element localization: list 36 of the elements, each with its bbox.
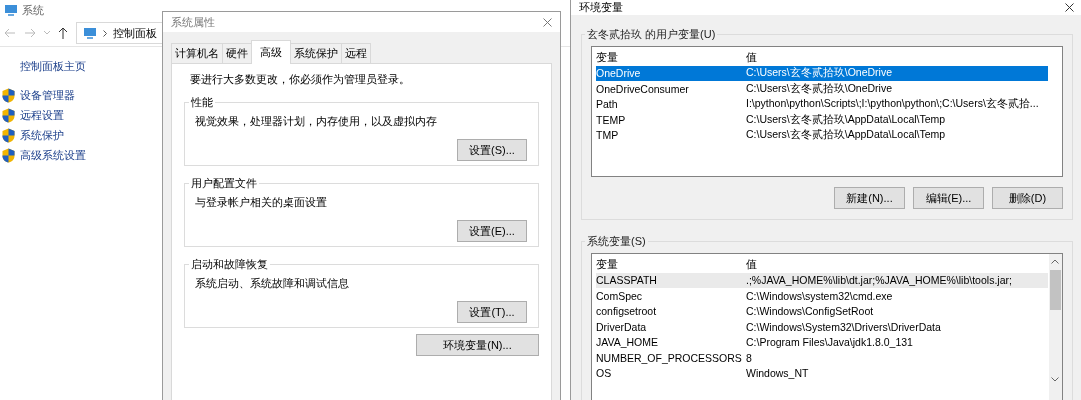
variable-value: C:\Windows\ConfigSetRoot <box>746 305 874 318</box>
variable-value: C:\Windows\System32\Drivers\DriverData <box>746 320 941 333</box>
variable-value: C:\Users\玄冬贰拾玖\AppData\Local\Temp <box>746 112 946 127</box>
group-label: 用户配置文件 <box>190 176 258 191</box>
group-label: 系统变量(S) <box>586 234 647 249</box>
variable-value: Windows_NT <box>746 367 809 380</box>
variable-name: TEMP <box>596 113 627 126</box>
variable-name: CLASSPATH <box>596 274 658 287</box>
variable-name: DriverData <box>596 320 648 333</box>
variable-value: I:\python\python\Scripts\;I:\python\python\;C:\Users\玄冬贰拾... <box>746 97 1039 112</box>
variable-name: OneDrive <box>596 67 642 80</box>
dialog-title: 系统属性 <box>171 14 215 30</box>
variable-name: JAVA_HOME <box>596 336 660 349</box>
variable-name: ComSpec <box>596 289 644 302</box>
group-description: 视觉效果，处理器计划，内存使用，以及虚拟内存 <box>195 114 438 129</box>
variable-name: NUMBER_OF_PROCESSORS <box>596 351 743 364</box>
group-description: 与登录帐户相关的桌面设置 <box>195 195 328 210</box>
window-title: 系统 <box>22 2 44 18</box>
group-label: 玄冬贰拾玖 的用户变量(U) <box>586 27 717 42</box>
variable-name: TMP <box>596 129 620 142</box>
variable-value: C:\Users\玄冬贰拾玖\OneDrive <box>746 66 893 81</box>
variable-name: Path <box>596 98 619 111</box>
variable-value: C:\Users\玄冬贰拾玖\OneDrive <box>746 81 893 96</box>
group-description: 系统启动、系统故障和调试信息 <box>195 276 350 291</box>
variable-name: OS <box>596 367 613 380</box>
group-label: 启动和故障恢复 <box>190 257 269 272</box>
variable-value: C:\Program Files\Java\jdk1.8.0_131 <box>746 336 913 349</box>
variable-value: .;%JAVA_HOME%\lib\dt.jar;%JAVA_HOME%\lib\tools.jar; <box>746 274 1012 287</box>
variable-value: 8 <box>746 351 752 364</box>
variable-value: C:\Windows\system32\cmd.exe <box>746 289 893 302</box>
variable-name: OneDriveConsumer <box>596 82 690 95</box>
notice-text: 要进行大多数更改，你必须作为管理员登录。 <box>190 72 411 87</box>
variable-name: configsetroot <box>596 305 658 318</box>
dialog-title: 环境变量 <box>579 0 623 15</box>
group-label: 性能 <box>190 95 214 110</box>
variable-value: C:\Users\玄冬贰拾玖\AppData\Local\Temp <box>746 128 946 143</box>
